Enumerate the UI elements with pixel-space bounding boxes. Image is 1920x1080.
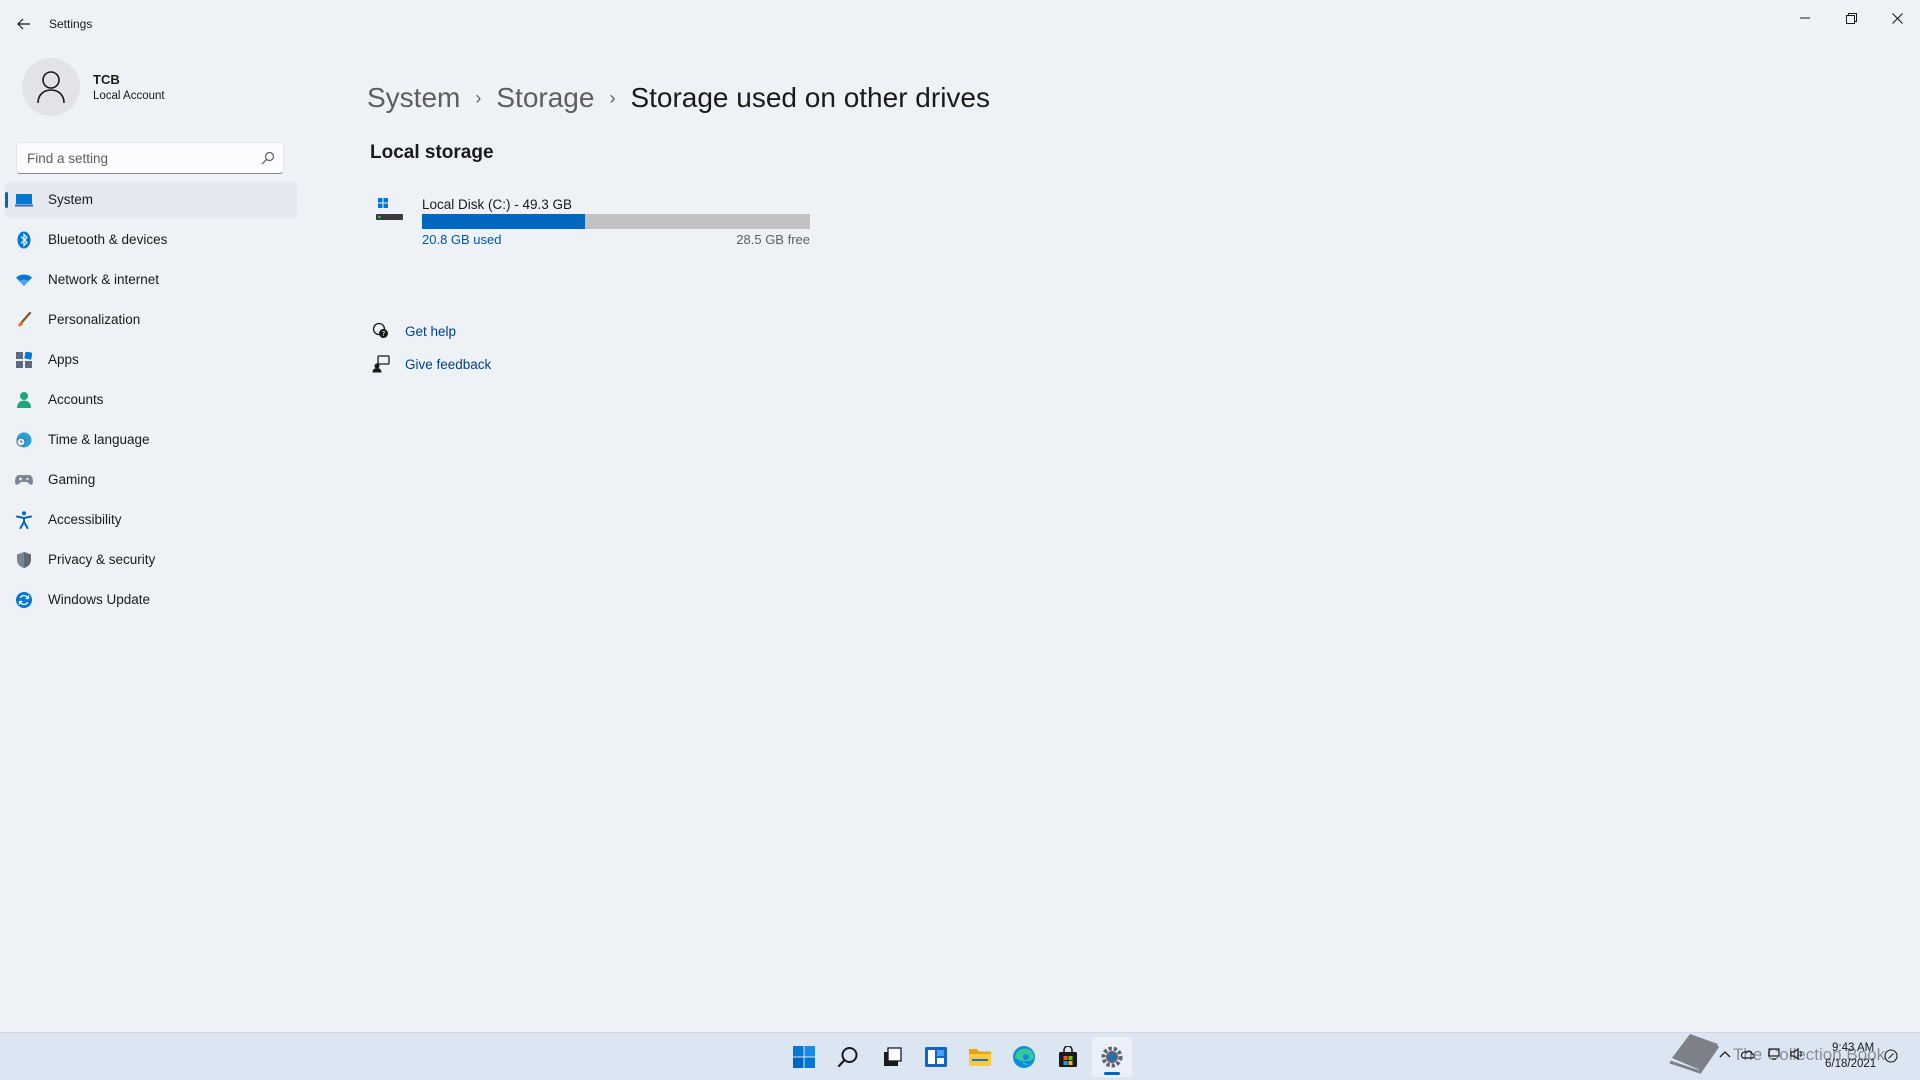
search-icon (837, 1047, 858, 1068)
sidebar-item-label: Time & language (48, 432, 150, 447)
feedback-icon (372, 355, 390, 373)
sidebar-item-label: Accessibility (48, 512, 122, 527)
settings-button[interactable] (1092, 1037, 1132, 1077)
drive-usage-fill (422, 214, 585, 229)
drive-usage-bar (422, 214, 810, 229)
update-icon (15, 591, 33, 609)
sidebar-item-windows-update[interactable]: Windows Update (5, 582, 297, 618)
bluetooth-icon (15, 231, 33, 249)
sidebar-item-label: Gaming (48, 472, 96, 487)
notifications-icon[interactable] (1884, 1049, 1898, 1063)
edge-button[interactable] (1004, 1037, 1044, 1077)
volume-icon[interactable] (1790, 1047, 1804, 1061)
sidebar-item-time-language[interactable]: Time & language (5, 422, 297, 458)
sidebar-item-label: Accounts (48, 392, 104, 407)
controller-icon (15, 471, 33, 489)
drive-name[interactable]: Local Disk (C:) - 49.3 GB (422, 197, 572, 212)
back-button[interactable] (12, 12, 36, 36)
sidebar-item-bluetooth[interactable]: Bluetooth & devices (5, 222, 297, 258)
start-button[interactable] (784, 1037, 824, 1077)
wifi-icon (15, 271, 33, 289)
book-icon (1669, 1034, 1720, 1074)
sidebar-item-label: Bluetooth & devices (48, 232, 168, 247)
close-icon (1891, 12, 1903, 24)
file-explorer-icon (969, 1049, 991, 1066)
widgets-button[interactable] (916, 1037, 956, 1077)
sidebar-nav: System Bluetooth & devices Network & int… (5, 182, 297, 622)
search-input[interactable] (17, 143, 253, 173)
taskbar (0, 1032, 1920, 1080)
widgets-icon (925, 1047, 947, 1067)
search-box (16, 142, 284, 174)
minimize-button[interactable] (1782, 4, 1828, 32)
search-icon[interactable] (261, 151, 275, 165)
shield-icon (15, 551, 33, 569)
minimize-icon (1800, 17, 1810, 19)
apps-icon (15, 351, 33, 369)
sidebar-item-label: Windows Update (48, 592, 151, 607)
sidebar-item-accessibility[interactable]: Accessibility (5, 502, 297, 538)
taskbar-apps (784, 1037, 1136, 1077)
close-button[interactable] (1874, 4, 1920, 32)
section-title: Local storage (370, 142, 494, 163)
back-arrow-icon (17, 18, 30, 30)
accessibility-icon (15, 511, 33, 529)
drive-used: 20.8 GB used (422, 232, 502, 247)
svg-text:?: ? (382, 330, 386, 338)
help-icon: ? (372, 322, 388, 338)
give-feedback-link[interactable]: Give feedback (372, 353, 491, 375)
sidebar-item-label: System (48, 192, 94, 207)
start-icon (793, 1046, 815, 1068)
onedrive-icon[interactable] (1740, 1047, 1754, 1061)
restore-button[interactable] (1828, 4, 1874, 32)
sidebar-item-label: Network & internet (48, 272, 160, 287)
sidebar-item-network[interactable]: Network & internet (5, 262, 297, 298)
laptop-icon (15, 191, 33, 209)
sidebar-item-system[interactable]: System (5, 182, 297, 218)
clock-date[interactable]: 6/18/2021 (1825, 1058, 1876, 1070)
task-view-button[interactable] (872, 1037, 912, 1077)
app-title: Settings (49, 17, 93, 31)
account-type: Local Account (93, 90, 165, 102)
network-icon[interactable] (1768, 1047, 1782, 1061)
drive-free: 28.5 GB free (736, 232, 810, 247)
page-title: Storage used on other drives (630, 82, 990, 113)
file-explorer-button[interactable] (960, 1037, 1000, 1077)
chevron-up-icon[interactable] (1718, 1047, 1732, 1061)
avatar[interactable] (22, 58, 80, 116)
taskbar-search-button[interactable] (828, 1037, 868, 1077)
get-help-link[interactable]: ? Get help (372, 320, 456, 342)
sidebar-item-label: Privacy & security (48, 552, 156, 567)
person-icon (15, 391, 33, 409)
title-bar: Settings (0, 0, 1920, 48)
get-help-label: Get help (405, 323, 457, 339)
drive-icon (376, 198, 403, 220)
breadcrumb-storage[interactable]: Storage (496, 82, 594, 114)
task-view-icon (884, 1047, 902, 1066)
sidebar-item-gaming[interactable]: Gaming (5, 462, 297, 498)
breadcrumb: System › Storage › Storage used on other… (367, 78, 990, 118)
chevron-right-icon: › (609, 87, 616, 108)
brush-icon (15, 311, 33, 329)
account-name: TCB (93, 72, 120, 87)
restore-icon (1845, 12, 1857, 24)
sidebar-item-privacy-security[interactable]: Privacy & security (5, 542, 297, 578)
sidebar-item-apps[interactable]: Apps (5, 342, 297, 378)
chevron-right-icon: › (475, 87, 482, 108)
sidebar-item-personalization[interactable]: Personalization (5, 302, 297, 338)
breadcrumb-system[interactable]: System (367, 82, 460, 114)
globe-clock-icon (15, 431, 33, 449)
give-feedback-label: Give feedback (405, 356, 492, 372)
sidebar-item-accounts[interactable]: Accounts (5, 382, 297, 418)
clock-time[interactable]: 9:43 AM (1832, 1042, 1874, 1054)
edge-icon (1013, 1046, 1035, 1068)
user-icon (37, 71, 65, 104)
store-icon (1059, 1046, 1077, 1067)
store-button[interactable] (1048, 1037, 1088, 1077)
sidebar-item-label: Personalization (48, 312, 141, 327)
settings-icon (1101, 1046, 1123, 1068)
sidebar-item-label: Apps (48, 352, 79, 367)
